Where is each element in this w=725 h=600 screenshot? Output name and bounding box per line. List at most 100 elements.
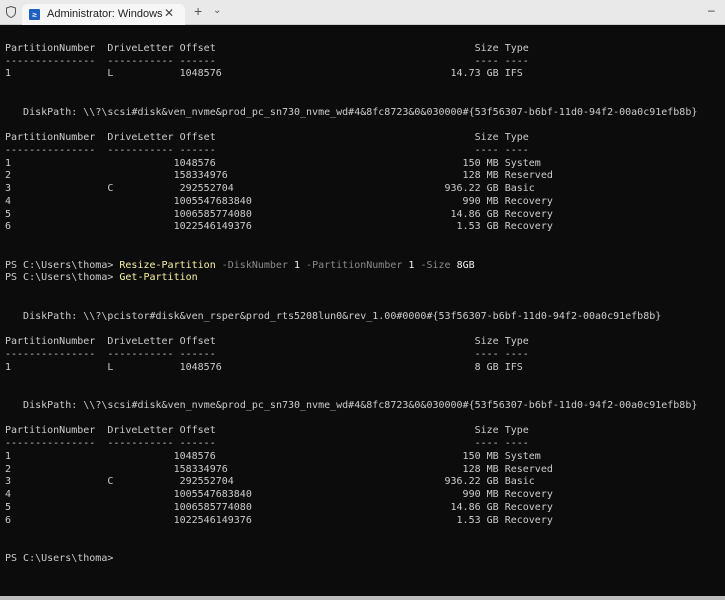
blank-line bbox=[0, 413, 725, 426]
table-row: 1 1048576 150 MB System bbox=[0, 451, 725, 464]
blank-line bbox=[0, 540, 725, 553]
table-row: 2 158334976 128 MB Reserved bbox=[0, 464, 725, 477]
table-row: 5 1006585774080 14.86 GB Recovery bbox=[0, 502, 725, 515]
partition-row-text: 1 L 1048576 14.73 GB IFS bbox=[5, 68, 523, 80]
shield-icon bbox=[6, 6, 16, 18]
cmd-segment: Get-Partition bbox=[119, 272, 198, 284]
disk-path-label: DiskPath: bbox=[5, 106, 84, 118]
text bbox=[5, 247, 11, 258]
table-row: 4 1005547683840 990 MB Recovery bbox=[0, 196, 725, 209]
partition-row-text: 5 1006585774080 14.86 GB Recovery bbox=[5, 208, 553, 220]
command-line: PS C:\Users\thoma> Get-Partition bbox=[0, 272, 725, 285]
partition-row-text: 4 1005547683840 990 MB Recovery bbox=[5, 489, 553, 500]
text bbox=[5, 81, 11, 92]
partition-row-text: 3 C 292552704 936.22 GB Basic bbox=[5, 183, 535, 194]
text bbox=[5, 413, 11, 424]
powershell-icon: ≥ bbox=[29, 9, 40, 20]
taskbar-edge bbox=[0, 596, 725, 600]
partition-row-text: 1 1048576 150 MB System bbox=[5, 450, 541, 462]
text bbox=[5, 94, 11, 105]
table-header: PartitionNumber DriveLetter Offset Size … bbox=[0, 336, 725, 349]
disk-path-value: \\?\scsi#disk&ven_nvme&prod_pc_sn730_nvm… bbox=[83, 399, 698, 411]
blank-line bbox=[0, 387, 725, 400]
table-row: 1 1048576 150 MB System bbox=[0, 158, 725, 171]
text bbox=[5, 527, 11, 538]
partition-row-text: 1 1048576 150 MB System bbox=[5, 157, 541, 169]
disk-path-value: \\?\scsi#disk&ven_nvme&prod_pc_sn730_nvm… bbox=[83, 106, 698, 118]
chevron-down-icon[interactable]: ⌄ bbox=[213, 5, 221, 16]
disk-path: DiskPath: \\?\scsi#disk&ven_nvme&prod_pc… bbox=[0, 107, 725, 120]
text bbox=[5, 30, 11, 41]
text bbox=[5, 119, 11, 130]
param-segment: -PartitionNumber bbox=[300, 259, 409, 271]
text bbox=[5, 323, 11, 334]
command-line: PS C:\Users\thoma> Resize-Partition -Dis… bbox=[0, 260, 725, 273]
tab-title: Administrator: Windows PowerShell bbox=[47, 8, 165, 20]
table-header-divider: --------------- ----------- ------ ---- … bbox=[0, 349, 725, 362]
disk-path: DiskPath: \\?\pcistor#disk&ven_rsper&pro… bbox=[0, 311, 725, 324]
prompt-segment: PS C:\Users\thoma> bbox=[5, 552, 114, 564]
prompt-segment: PS C:\Users\thoma> bbox=[5, 259, 120, 271]
partition-row-text: 5 1006585774080 14.86 GB Recovery bbox=[5, 501, 553, 513]
table-header-divider-text: --------------- ----------- ------ ---- … bbox=[5, 348, 529, 360]
blank-line bbox=[0, 527, 725, 540]
table-header-divider: --------------- ----------- ------ ---- … bbox=[0, 56, 725, 69]
new-tab-button[interactable]: + bbox=[194, 4, 202, 18]
title-bar: ≥ Administrator: Windows PowerShell ✕ + … bbox=[0, 0, 725, 25]
terminal-output[interactable]: PartitionNumber DriveLetter Offset Size … bbox=[0, 30, 725, 596]
table-header: PartitionNumber DriveLetter Offset Size … bbox=[0, 425, 725, 438]
partition-row-text: 6 1022546149376 1.53 GB Recovery bbox=[5, 514, 553, 526]
table-header-divider-text: --------------- ----------- ------ ---- … bbox=[5, 55, 529, 67]
partition-row-text: 3 C 292552704 936.22 GB Basic bbox=[5, 476, 535, 488]
blank-line bbox=[0, 285, 725, 298]
disk-path: DiskPath: \\?\scsi#disk&ven_nvme&prod_pc… bbox=[0, 400, 725, 413]
disk-path-label: DiskPath: bbox=[5, 399, 84, 411]
table-row: 1 L 1048576 14.73 GB IFS bbox=[0, 68, 725, 81]
blank-line bbox=[0, 30, 725, 43]
partition-row-text: 4 1005547683840 990 MB Recovery bbox=[5, 195, 553, 207]
prompt-segment: PS C:\Users\thoma> bbox=[5, 272, 120, 284]
table-header-text: PartitionNumber DriveLetter Offset Size … bbox=[5, 132, 529, 143]
param-segment: -DiskNumber bbox=[215, 259, 294, 271]
table-row: 4 1005547683840 990 MB Recovery bbox=[0, 489, 725, 502]
text bbox=[5, 540, 11, 551]
partition-row-text: 1 L 1048576 8 GB IFS bbox=[5, 361, 523, 373]
table-header-divider: --------------- ----------- ------ ---- … bbox=[0, 438, 725, 451]
text bbox=[5, 285, 11, 296]
close-tab-icon[interactable]: ✕ bbox=[164, 6, 174, 20]
partition-row-text: 2 158334976 128 MB Reserved bbox=[5, 463, 553, 475]
blank-line bbox=[0, 247, 725, 260]
blank-line bbox=[0, 94, 725, 107]
tab-powershell[interactable]: ≥ Administrator: Windows PowerShell ✕ bbox=[22, 4, 185, 25]
table-header-divider: --------------- ----------- ------ ---- … bbox=[0, 145, 725, 158]
table-row: 5 1006585774080 14.86 GB Recovery bbox=[0, 209, 725, 222]
param-segment: -Size bbox=[414, 259, 457, 271]
blank-line bbox=[0, 81, 725, 94]
table-header-text: PartitionNumber DriveLetter Offset Size … bbox=[5, 42, 529, 54]
blank-line bbox=[0, 119, 725, 132]
table-header: PartitionNumber DriveLetter Offset Size … bbox=[0, 43, 725, 56]
table-header-text: PartitionNumber DriveLetter Offset Size … bbox=[5, 336, 529, 347]
text bbox=[5, 234, 11, 245]
partition-row-text: 6 1022546149376 1.53 GB Recovery bbox=[5, 221, 553, 233]
table-row: 1 L 1048576 8 GB IFS bbox=[0, 362, 725, 375]
table-header-text: PartitionNumber DriveLetter Offset Size … bbox=[5, 425, 529, 437]
minimize-button[interactable]: – bbox=[708, 3, 715, 17]
table-header-divider-text: --------------- ----------- ------ ---- … bbox=[5, 438, 529, 449]
table-header: PartitionNumber DriveLetter Offset Size … bbox=[0, 132, 725, 145]
text bbox=[5, 374, 11, 385]
disk-path-label: DiskPath: bbox=[5, 310, 84, 322]
text bbox=[5, 298, 11, 309]
val-segment: 8GB bbox=[456, 259, 475, 271]
blank-line bbox=[0, 298, 725, 311]
table-row: 6 1022546149376 1.53 GB Recovery bbox=[0, 221, 725, 234]
disk-path-value: \\?\pcistor#disk&ven_rsper&prod_rts5208l… bbox=[83, 310, 662, 322]
table-row: 2 158334976 128 MB Reserved bbox=[0, 170, 725, 183]
table-header-divider-text: --------------- ----------- ------ ---- … bbox=[5, 144, 529, 156]
table-row: 3 C 292552704 936.22 GB Basic bbox=[0, 476, 725, 489]
partition-row-text: 2 158334976 128 MB Reserved bbox=[5, 170, 553, 182]
cmd-segment: Resize-Partition bbox=[119, 259, 216, 271]
blank-line bbox=[0, 234, 725, 247]
table-row: 6 1022546149376 1.53 GB Recovery bbox=[0, 515, 725, 528]
blank-line bbox=[0, 323, 725, 336]
